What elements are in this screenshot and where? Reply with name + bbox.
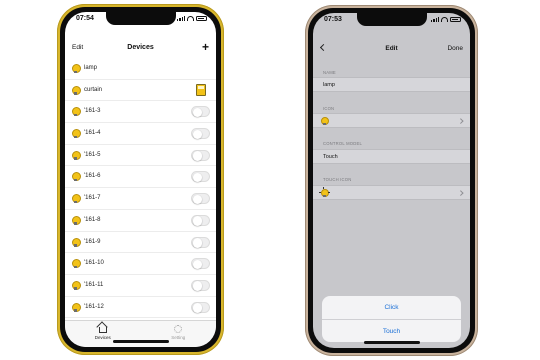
done-button[interactable]: Done [447,45,463,52]
notch [356,13,427,26]
status-time: 07:54 [76,15,94,22]
device-row[interactable]: '161-9 [65,232,216,254]
chevron-right-icon [457,118,463,124]
edit-screen: 07:53 Edit Done NAME lamp ICON CONTROL M… [313,13,470,348]
left-phone-frame: 07:54 Edit Devices + lamp curtain '161-3 '1… [57,4,224,355]
device-row[interactable]: '161-12 [65,297,216,319]
device-row[interactable]: '161-3 [65,101,216,124]
home-indicator [363,341,420,344]
lightbulb-icon [321,117,329,125]
page-title: Devices [127,44,154,51]
lightbulb-icon [72,129,81,139]
home-icon [98,327,107,333]
battery-icon [450,17,461,22]
device-name: '161-12 [84,303,104,310]
device-toggle[interactable] [191,236,210,248]
device-row[interactable]: '161-4 [65,123,216,145]
lightbulb-icon [72,302,81,312]
device-toggle[interactable] [191,106,210,118]
lightbulb-icon [72,85,81,95]
wifi-icon [441,17,448,22]
status-icons [177,16,207,21]
device-name: '161-6 [84,173,101,180]
devices-screen: 07:54 Edit Devices + lamp curtain '161-3 '1… [65,12,216,347]
lightbulb-icon [72,259,81,269]
control-model-value: Touch [323,154,338,160]
touch-option[interactable]: Touch [322,319,461,342]
home-indicator [112,340,169,343]
device-row[interactable]: '161-8 [65,210,216,232]
device-toggle[interactable] [191,279,210,291]
touch-icon-section-header: TOUCH ICON [323,177,352,182]
device-name: '161-8 [84,216,101,223]
navigation-bar: Edit Done [313,41,470,57]
lightbulb-on-icon [318,187,330,197]
device-toggle[interactable] [191,258,210,270]
device-toggle[interactable] [191,128,210,140]
icon-row[interactable] [313,113,470,128]
chevron-right-icon [457,190,463,196]
device-row[interactable]: '161-7 [65,188,216,210]
device-row[interactable]: '161-10 [65,253,216,275]
click-option[interactable]: Click [322,296,461,319]
curtain-icon[interactable] [196,83,206,96]
device-row[interactable]: '161-11 [65,275,216,297]
touch-icon-row[interactable] [313,185,470,200]
device-row[interactable]: '161-6 [65,166,216,189]
device-row[interactable]: lamp [65,58,216,80]
control-model-section-header: CONTROL MODEL [323,141,362,146]
battery-icon [196,16,207,21]
lightbulb-icon [72,172,81,182]
right-phone-frame: 07:53 Edit Done NAME lamp ICON CONTROL M… [305,5,478,356]
device-name: lamp [84,65,98,71]
device-list: lamp curtain '161-3 '161-4 '161-5 '161-6 '161-… [65,58,216,319]
device-toggle[interactable] [191,149,210,161]
control-model-action-sheet: Click Touch [322,296,461,342]
tab-setting[interactable]: Setting [141,324,217,340]
name-field-value: lamp [323,82,335,88]
device-row[interactable]: '161-5 [65,145,216,167]
lightbulb-icon [72,107,81,117]
lightbulb-icon [72,215,81,225]
status-time: 07:53 [324,16,342,23]
lightbulb-icon [72,194,81,204]
icon-section-header: ICON [323,106,335,111]
tab-devices[interactable]: Devices [65,324,141,340]
notch [105,12,176,25]
right-phone-bezel: 07:53 Edit Done NAME lamp ICON CONTROL M… [308,8,475,353]
lightbulb-icon [72,64,81,73]
device-name: '161-11 [84,281,104,288]
device-name: '161-9 [84,238,101,245]
name-section-header: NAME [323,70,336,75]
signal-icon [431,17,439,22]
status-icons [431,17,461,22]
lightbulb-icon [72,150,81,160]
device-toggle[interactable] [191,171,210,183]
device-name: '161-4 [84,130,101,137]
device-name: '161-7 [84,195,101,202]
lightbulb-icon [72,280,81,290]
page-title: Edit [385,45,398,52]
navigation-bar: Edit Devices + [65,40,216,56]
name-field[interactable]: lamp [313,77,470,92]
left-phone-bezel: 07:54 Edit Devices + lamp curtain '161-3 '1… [60,7,221,352]
device-name: '161-5 [84,151,101,158]
device-name: '161-3 [84,108,101,115]
device-toggle[interactable] [191,214,210,226]
wifi-icon [187,16,194,21]
signal-icon [177,16,185,21]
device-row[interactable]: curtain [65,80,216,102]
device-toggle[interactable] [191,193,210,205]
device-name: '161-10 [84,260,104,267]
device-name: curtain [84,86,103,93]
device-toggle[interactable] [191,301,210,313]
lightbulb-icon [72,237,81,247]
add-device-button[interactable]: + [202,41,209,53]
gear-icon [174,325,183,333]
control-model-row[interactable]: Touch [313,149,470,164]
